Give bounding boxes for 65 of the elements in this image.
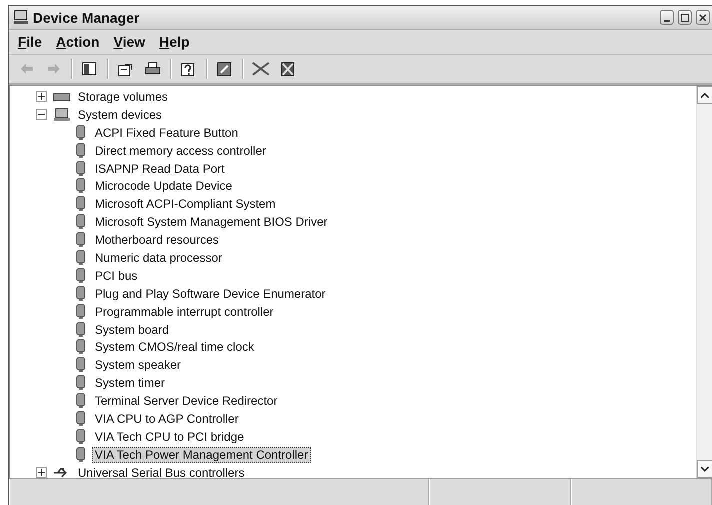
tree-item[interactable]: System devices bbox=[75, 106, 166, 123]
tree-item[interactable]: Programmable interrupt controller bbox=[92, 304, 277, 320]
scroll-down-button[interactable] bbox=[697, 460, 712, 478]
device-icon bbox=[74, 428, 88, 445]
menu-item[interactable]: File bbox=[13, 32, 48, 52]
tree-item[interactable]: VIA CPU to AGP Controller bbox=[92, 410, 242, 427]
device-icon bbox=[74, 446, 88, 463]
tree-item[interactable]: PCI bus bbox=[92, 268, 141, 284]
close-icon bbox=[699, 14, 707, 22]
minimize-icon bbox=[664, 20, 670, 22]
device-icon bbox=[74, 393, 88, 410]
tree-item[interactable]: Direct memory access controller bbox=[92, 142, 270, 159]
close-button[interactable] bbox=[696, 10, 710, 25]
window-title: Device Manager bbox=[33, 10, 141, 26]
device-icon bbox=[74, 357, 88, 374]
device-icon bbox=[74, 410, 88, 427]
menu-item[interactable]: Action bbox=[51, 32, 105, 52]
tree-item[interactable]: System timer bbox=[92, 375, 168, 392]
device-icon bbox=[74, 232, 88, 248]
tree-item[interactable]: VIA Tech Power Management Controller bbox=[92, 446, 312, 463]
caret-up-icon bbox=[701, 92, 709, 98]
maximize-icon bbox=[681, 14, 689, 22]
minimize-button[interactable] bbox=[660, 10, 674, 25]
tree-item[interactable]: Plug and Play Software Device Enumerator bbox=[92, 286, 329, 302]
device-icon bbox=[74, 250, 88, 266]
tree-item[interactable]: ACPI Fixed Feature Button bbox=[92, 124, 242, 141]
tree-item[interactable]: Motherboard resources bbox=[92, 232, 222, 248]
device-icon bbox=[74, 286, 88, 302]
device-icon bbox=[74, 304, 88, 320]
tree-item[interactable]: System board bbox=[92, 322, 172, 338]
device-icon bbox=[74, 124, 88, 141]
tree-item[interactable]: Microsoft ACPI-Compliant System bbox=[92, 196, 279, 212]
menu-item[interactable]: View bbox=[108, 32, 150, 52]
device-icon bbox=[74, 322, 88, 338]
tree-item[interactable]: Storage volumes bbox=[75, 88, 172, 105]
tree-item[interactable]: System CMOS/real time clock bbox=[92, 339, 258, 356]
tree-item[interactable]: Terminal Server Device Redirector bbox=[92, 393, 281, 410]
menu-item[interactable]: Help bbox=[154, 32, 195, 52]
tree-item[interactable]: VIA Tech CPU to PCI bridge bbox=[92, 428, 248, 445]
maximize-button[interactable] bbox=[678, 10, 692, 25]
scroll-up-button[interactable] bbox=[697, 86, 712, 104]
device-icon bbox=[74, 142, 88, 159]
tree-item[interactable]: System speaker bbox=[92, 357, 184, 374]
cross-box-icon bbox=[279, 60, 297, 78]
expand-icon[interactable] bbox=[36, 467, 47, 478]
tree-item[interactable]: Microcode Update Device bbox=[92, 178, 236, 194]
collapse-icon[interactable] bbox=[36, 109, 47, 120]
device-icon bbox=[74, 196, 88, 212]
tree-item[interactable]: ISAPNP Read Data Port bbox=[92, 160, 228, 176]
device-icon bbox=[74, 178, 88, 194]
device-icon bbox=[74, 214, 88, 230]
tree-item[interactable]: Microsoft System Management BIOS Driver bbox=[92, 214, 331, 230]
computer-icon bbox=[13, 10, 29, 25]
panel-icon bbox=[81, 60, 99, 78]
device-icon bbox=[74, 160, 88, 176]
expand-icon[interactable] bbox=[36, 91, 47, 102]
tree-item[interactable]: Numeric data processor bbox=[92, 250, 226, 266]
scrollbar[interactable] bbox=[696, 86, 712, 478]
caret-down-icon bbox=[701, 466, 709, 472]
printer-icon bbox=[144, 60, 162, 78]
device-icon bbox=[74, 339, 88, 356]
device-icon bbox=[74, 375, 88, 392]
device-icon bbox=[74, 268, 88, 284]
tree-item[interactable]: Universal Serial Bus controllers bbox=[75, 464, 248, 478]
computer-icon bbox=[53, 108, 71, 122]
